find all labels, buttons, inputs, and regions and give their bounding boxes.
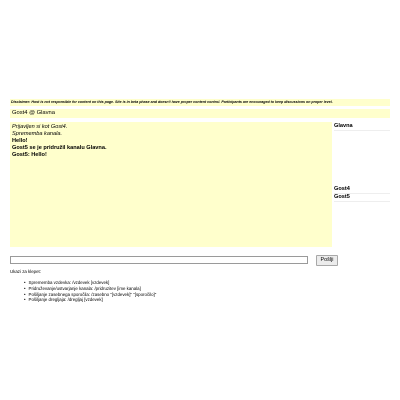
side-panel: Glavna Gost4 Gost5 xyxy=(333,122,390,247)
message-input[interactable] xyxy=(10,256,308,264)
chat-message: Gost5 se je pridružil kanalu Glavna. xyxy=(12,145,107,151)
send-button[interactable]: Pošlji xyxy=(316,255,338,266)
disclaimer-banner: Disclaimer: Host is not responsible for … xyxy=(10,99,390,106)
help-item: Pošiljanje dregljaja: /dregljaj [vzdevek… xyxy=(24,297,156,303)
help-item: Pridruževanje/ustvarjanje kanala: /pridr… xyxy=(24,286,156,292)
channel-header: Gost4 @ Glavna xyxy=(10,109,390,118)
channel-list-item[interactable]: Glavna xyxy=(334,123,390,131)
chat-messages: Prijavljen si kot Gost4. Sprememba kanal… xyxy=(10,122,332,247)
help-title: Ukazi za klepet: xyxy=(10,269,41,274)
help-list: Sprememba vzdevka: /vzdevek [vzdevek] Pr… xyxy=(24,280,157,303)
user-list: Gost4 Gost5 xyxy=(334,186,390,202)
user-list-item: Gost4 xyxy=(334,186,390,194)
system-message: Prijavljen si kot Gost4. xyxy=(12,124,68,130)
user-list-item: Gost5 xyxy=(334,194,390,202)
chat-message: Hello! xyxy=(12,138,28,144)
system-message: Sprememba kanala. xyxy=(12,131,63,137)
chat-message: Gost5: Hello! xyxy=(12,152,47,158)
